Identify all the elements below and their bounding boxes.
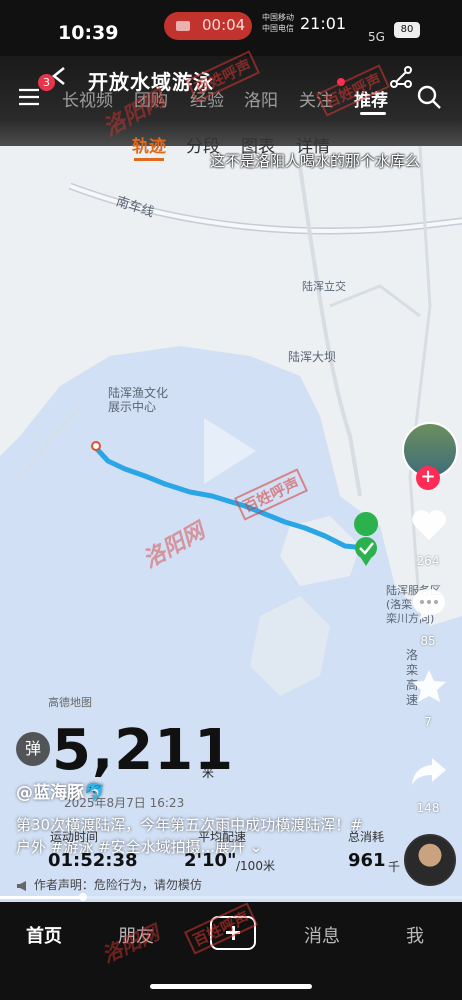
video-progress-fill	[0, 896, 84, 899]
author-handle[interactable]: @蓝海豚🐬	[16, 778, 105, 803]
feed-tab-long-video[interactable]: 长视频	[62, 86, 113, 111]
carrier-2: 中国电信	[262, 24, 294, 33]
pace-value: 2'10"	[184, 850, 237, 871]
recording-time: 00:04	[202, 16, 246, 34]
expand-chevron-icon[interactable]: ⌄	[245, 838, 263, 856]
map-label-interchange: 陆浑立交	[302, 280, 346, 293]
map-label-center: 陆浑渔文化 展示中心	[108, 386, 169, 414]
author-disclaimer: 作者声明：危险行为，请勿模仿	[16, 876, 202, 893]
music-disc-avatar[interactable]	[404, 834, 456, 886]
share-count: 148	[416, 801, 440, 815]
menu-icon[interactable]	[18, 88, 40, 106]
play-icon[interactable]	[198, 412, 262, 490]
battery-icon: 80	[394, 22, 420, 38]
like-count: 264	[416, 554, 440, 568]
time-label: 运动时间	[50, 830, 99, 844]
pace-unit: /100米	[236, 859, 275, 873]
comment-icon[interactable]	[410, 586, 448, 622]
search-icon[interactable]	[416, 84, 442, 110]
danmaku-toggle-button[interactable]: 弹	[16, 732, 50, 766]
calories-value: 961	[348, 850, 386, 871]
subtab-track[interactable]: 轨迹	[132, 132, 166, 157]
heart-icon[interactable]	[410, 508, 448, 542]
feed-tab-luoyang[interactable]: 洛阳	[244, 86, 278, 111]
status-time-secondary: 21:01	[300, 14, 347, 33]
home-indicator	[150, 984, 312, 989]
start-marker	[91, 441, 101, 451]
danmaku-comment: 这不是洛阳人喝水的那个水库么	[210, 152, 421, 170]
comment-count: 85	[420, 634, 436, 648]
time-value: 01:52:38	[48, 850, 138, 871]
route-share-icon[interactable]	[388, 64, 414, 90]
bottom-nav: 首页 朋友 消息 我 洛阳网 百姓呼声	[0, 902, 462, 1000]
megaphone-icon	[17, 880, 26, 891]
video-feed[interactable]: 南车线 陆浑立交 陆浑大坝 陆浑渔文化 展示中心 陆浑服务区 (洛栾 栾川方向)…	[0, 50, 462, 1000]
nav-me[interactable]: 我	[406, 922, 424, 948]
network-type: 5G	[368, 30, 385, 44]
carrier-1: 中国移动	[262, 13, 294, 22]
map-provider: 高德地图	[48, 696, 92, 709]
carrier-labels: 中国移动 中国电信	[262, 12, 294, 34]
share-arrow-icon[interactable]	[410, 754, 448, 788]
map-label-dam: 陆浑大坝	[288, 350, 337, 364]
notification-badge: 3	[38, 74, 55, 91]
screen-recording-indicator[interactable]: 00:04	[164, 12, 252, 40]
active-tab-indicator	[360, 112, 386, 115]
star-icon[interactable]	[410, 668, 448, 704]
calories-label: 总消耗	[348, 830, 385, 844]
status-time: 10:39	[58, 22, 119, 44]
camera-icon	[176, 21, 190, 31]
distance-unit: 米	[202, 766, 215, 780]
phone-screen: 10:39 00:04 中国移动 中国电信 21:01 5G 80 南车线 陆浑…	[0, 0, 462, 1000]
follow-plus-button[interactable]: +	[416, 466, 440, 490]
favorite-count: 7	[424, 715, 432, 729]
subtab-indicator	[134, 158, 164, 161]
disclaimer-text: 作者声明：危险行为，请勿模仿	[33, 878, 202, 892]
status-bar: 10:39 00:04 中国移动 中国电信 21:01 5G 80	[0, 0, 462, 56]
nav-home[interactable]: 首页	[26, 922, 62, 948]
pace-label: 平均配速	[198, 830, 247, 844]
nav-messages[interactable]: 消息	[304, 922, 340, 948]
calories-unit: 千	[388, 860, 401, 874]
